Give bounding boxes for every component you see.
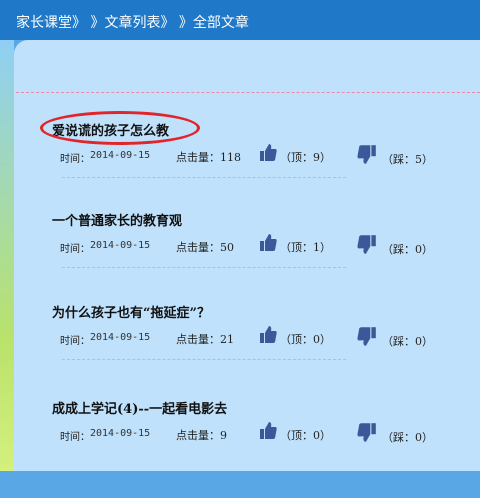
thumbs-down-icon <box>357 235 376 254</box>
like-button[interactable]: （顶：1） <box>258 233 338 255</box>
dislike-count: （踩：0） <box>382 335 433 348</box>
article-divider <box>62 267 346 268</box>
article-date: 2014-09-15 <box>90 240 151 251</box>
article-item: 成成上学记(4)--一起看电影去 时间： 2014-09-15 点击量：9 （顶… <box>0 398 480 498</box>
article-title[interactable]: 一个普通家长的教育观 <box>52 210 182 229</box>
article-item: 一个普通家长的教育观 时间： 2014-09-15 点击量：50 （顶：1） （… <box>0 210 480 310</box>
breadcrumb-current: 》全部文章 <box>178 15 249 31</box>
article-date: 2014-09-15 <box>90 428 151 439</box>
dislike-count: （踩：0） <box>382 431 433 444</box>
click-count: 点击量：50 <box>176 241 234 254</box>
article-divider <box>62 177 346 178</box>
like-count: （顶：0） <box>280 333 331 346</box>
article-title[interactable]: 成成上学记(4)--一起看电影去 <box>52 398 227 417</box>
article-item: 为什么孩子也有“拖延症”？ 时间： 2014-09-15 点击量：21 （顶：0… <box>0 302 480 402</box>
like-count: （顶：0） <box>280 429 331 442</box>
article-date: 2014-09-15 <box>90 332 151 343</box>
dislike-button[interactable]: （踩：0） <box>356 421 436 444</box>
article-divider <box>62 359 346 360</box>
thumbs-up-icon <box>260 422 277 439</box>
breadcrumb: 家长课堂》 》文章列表》 》全部文章 <box>16 12 249 32</box>
click-count: 点击量：21 <box>176 333 234 346</box>
thumbs-down-icon <box>357 145 376 164</box>
time-label: 时间： <box>60 432 90 443</box>
breadcrumb-list-link[interactable]: 》文章列表》 <box>90 15 174 31</box>
time-label: 时间： <box>60 336 90 347</box>
top-divider <box>16 92 480 93</box>
header-bar: 家长课堂》 》文章列表》 》全部文章 <box>0 0 480 40</box>
dislike-count: （踩：5） <box>382 153 433 166</box>
like-button[interactable]: （顶：0） <box>258 325 338 347</box>
dislike-button[interactable]: （踩：0） <box>356 325 436 348</box>
article-title[interactable]: 爱说谎的孩子怎么教 <box>52 120 169 139</box>
thumbs-up-icon <box>260 326 277 343</box>
like-button[interactable]: （顶：9） <box>258 143 338 165</box>
article-date: 2014-09-15 <box>90 150 151 161</box>
dislike-button[interactable]: （踩：5） <box>356 143 436 166</box>
like-count: （顶：9） <box>280 151 331 164</box>
thumbs-down-icon <box>357 327 376 346</box>
like-count: （顶：1） <box>280 241 331 254</box>
article-item: 爱说谎的孩子怎么教 时间： 2014-09-15 点击量：118 （顶：9） （… <box>0 120 480 220</box>
thumbs-up-icon <box>260 144 277 161</box>
click-count: 点击量：9 <box>176 429 227 442</box>
dislike-count: （踩：0） <box>382 243 433 256</box>
breadcrumb-parent-link[interactable]: 家长课堂》 <box>16 15 86 31</box>
article-title[interactable]: 为什么孩子也有“拖延症”？ <box>52 302 210 321</box>
time-label: 时间： <box>60 154 90 165</box>
thumbs-down-icon <box>357 423 376 442</box>
like-button[interactable]: （顶：0） <box>258 421 338 443</box>
time-label: 时间： <box>60 244 90 255</box>
thumbs-up-icon <box>260 234 277 251</box>
click-count: 点击量：118 <box>176 151 241 164</box>
dislike-button[interactable]: （踩：0） <box>356 233 436 256</box>
